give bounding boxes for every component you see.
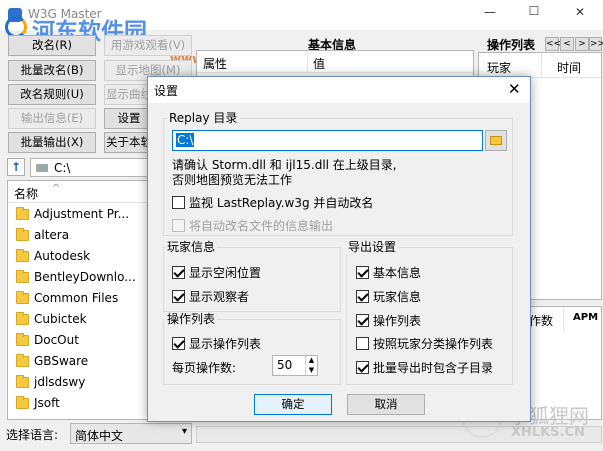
ops-list-group-label: 操作列表 bbox=[165, 312, 218, 326]
folder-icon bbox=[16, 333, 29, 346]
list-item[interactable]: jdlsdswy bbox=[16, 372, 85, 393]
per-page-value: 50 bbox=[277, 358, 293, 372]
sort-chevron-icon: ^ bbox=[52, 183, 61, 194]
list-item-label: jdlsdswy bbox=[34, 375, 86, 389]
info-col-value: 值 bbox=[313, 57, 326, 71]
export-by-player-checkbox[interactable]: 按照玩家分类操作列表 bbox=[356, 335, 493, 351]
path-field[interactable] bbox=[30, 158, 156, 177]
list-item-label: GBSware bbox=[34, 354, 89, 368]
dialog-title-bar: 设置 ✕ bbox=[148, 77, 530, 103]
folder-icon bbox=[16, 249, 29, 262]
watermark-bottom-en: XHLKS.CN bbox=[511, 425, 585, 440]
nav-first-button[interactable]: << bbox=[545, 37, 561, 51]
list-item[interactable]: GBSware bbox=[16, 351, 88, 372]
dialog-close-icon[interactable]: ✕ bbox=[508, 80, 521, 98]
folder-icon bbox=[16, 207, 29, 220]
export-player-checkbox[interactable]: 玩家信息 bbox=[356, 288, 421, 304]
ops-col-opcount: 作数 bbox=[529, 314, 554, 328]
folder-icon bbox=[16, 312, 29, 325]
replay-dir-input[interactable]: C:\ bbox=[172, 130, 483, 151]
monitor-checkbox[interactable]: 监视 LastReplay.w3g 并自动改名 bbox=[172, 194, 373, 210]
folder-open-icon bbox=[490, 136, 502, 145]
ops-panel-title: 操作列表 bbox=[487, 38, 536, 52]
file-list-header-label: 名称 bbox=[14, 187, 39, 201]
language-value: 简体中文 bbox=[75, 429, 124, 443]
list-item[interactable]: BentleyDownlo... bbox=[16, 267, 136, 288]
list-item-label: altera bbox=[34, 228, 70, 242]
up-folder-button[interactable]: ↑ bbox=[7, 158, 25, 176]
language-select[interactable]: 简体中文 ▾ bbox=[70, 423, 192, 444]
folder-icon bbox=[16, 396, 29, 409]
list-item-label: BentleyDownlo... bbox=[34, 270, 136, 284]
note-line-2: 否则地图预览无法工作 bbox=[172, 173, 293, 187]
maximize-button[interactable]: ☐ bbox=[524, 4, 544, 18]
settings-dialog: 设置 ✕ Replay 目录 C:\ 请确认 Storm.dll 和 ijl15… bbox=[147, 76, 531, 422]
minimize-button[interactable]: — bbox=[480, 5, 500, 19]
ops-col-apm: APM bbox=[573, 312, 599, 323]
list-item-label: Cubictek bbox=[34, 312, 87, 326]
browse-folder-button[interactable] bbox=[485, 130, 507, 151]
file-list[interactable]: 名称 ^ Adjustment Pr... altera Autodesk Bentl… bbox=[7, 180, 157, 420]
drive-icon bbox=[36, 164, 48, 172]
batch-export-button[interactable]: 批量输出(X) bbox=[8, 132, 96, 153]
export-subdir-checkbox[interactable]: 批量导出时包含子目录 bbox=[356, 359, 493, 375]
list-item-label: Jsoft bbox=[34, 396, 60, 410]
folder-icon bbox=[16, 375, 29, 388]
close-button[interactable]: ✕ bbox=[570, 5, 590, 19]
folder-icon bbox=[16, 291, 29, 304]
list-item-label: Adjustment Pr... bbox=[34, 207, 130, 221]
auto-export-checkbox[interactable]: 将自动改名文件的信息输出 bbox=[172, 217, 333, 233]
list-item-label: DocOut bbox=[34, 333, 79, 347]
chevron-down-icon: ▾ bbox=[181, 426, 187, 437]
list-item-label: Common Files bbox=[34, 291, 119, 305]
list-item-label: Autodesk bbox=[34, 249, 91, 263]
ops-col-player: 玩家 bbox=[487, 61, 512, 75]
list-item[interactable]: Common Files bbox=[16, 288, 118, 309]
player-info-group-label: 玩家信息 bbox=[165, 240, 218, 254]
list-item[interactable]: Adjustment Pr... bbox=[16, 204, 129, 225]
folder-icon bbox=[16, 228, 29, 241]
list-item[interactable]: Cubictek bbox=[16, 309, 87, 330]
folder-icon bbox=[16, 270, 29, 283]
nav-prev-button[interactable]: < bbox=[560, 37, 574, 51]
list-item[interactable]: DocOut bbox=[16, 330, 79, 351]
rename-button[interactable]: 改名(R) bbox=[8, 35, 96, 56]
nav-last-button[interactable]: >> bbox=[589, 37, 603, 51]
spinner-up-icon[interactable]: ▲ bbox=[305, 356, 317, 365]
list-item[interactable]: Jsoft bbox=[16, 393, 60, 414]
ok-button[interactable]: 确定 bbox=[254, 394, 332, 415]
info-header bbox=[197, 51, 473, 73]
show-observers-checkbox[interactable]: 显示观察者 bbox=[172, 288, 249, 304]
rename-rules-button[interactable]: 改名规则(U) bbox=[8, 84, 96, 105]
folder-icon bbox=[16, 354, 29, 367]
dialog-title: 设置 bbox=[154, 84, 179, 98]
cancel-button[interactable]: 取消 bbox=[347, 394, 425, 415]
language-label: 选择语言: bbox=[6, 428, 59, 442]
spinner-down-icon[interactable]: ▼ bbox=[305, 366, 317, 375]
list-item[interactable]: Autodesk bbox=[16, 246, 90, 267]
batch-rename-button[interactable]: 批量改名(B) bbox=[8, 60, 96, 81]
ops-col-time: 时间 bbox=[557, 61, 582, 75]
path-value: C:\ bbox=[54, 161, 71, 175]
per-page-spinner[interactable]: 50 ▲ ▼ bbox=[272, 355, 318, 376]
info-col-attr: 属性 bbox=[203, 57, 228, 71]
show-idle-checkbox[interactable]: 显示空闲位置 bbox=[172, 264, 261, 280]
nav-next-button[interactable]: > bbox=[575, 37, 589, 51]
replay-dir-value: C:\ bbox=[176, 133, 195, 147]
per-page-label: 每页操作数: bbox=[172, 361, 237, 375]
replay-dir-group-label: Replay 目录 bbox=[167, 111, 240, 125]
export-basic-checkbox[interactable]: 基本信息 bbox=[356, 264, 421, 280]
list-item[interactable]: altera bbox=[16, 225, 69, 246]
replay-observer-button[interactable]: 用游戏观看(V) bbox=[104, 35, 192, 56]
export-info-button[interactable]: 输出信息(E) bbox=[8, 108, 96, 129]
export-ops-checkbox[interactable]: 操作列表 bbox=[356, 312, 421, 328]
export-settings-group-label: 导出设置 bbox=[346, 240, 399, 254]
show-ops-checkbox[interactable]: 显示操作列表 bbox=[172, 335, 261, 351]
